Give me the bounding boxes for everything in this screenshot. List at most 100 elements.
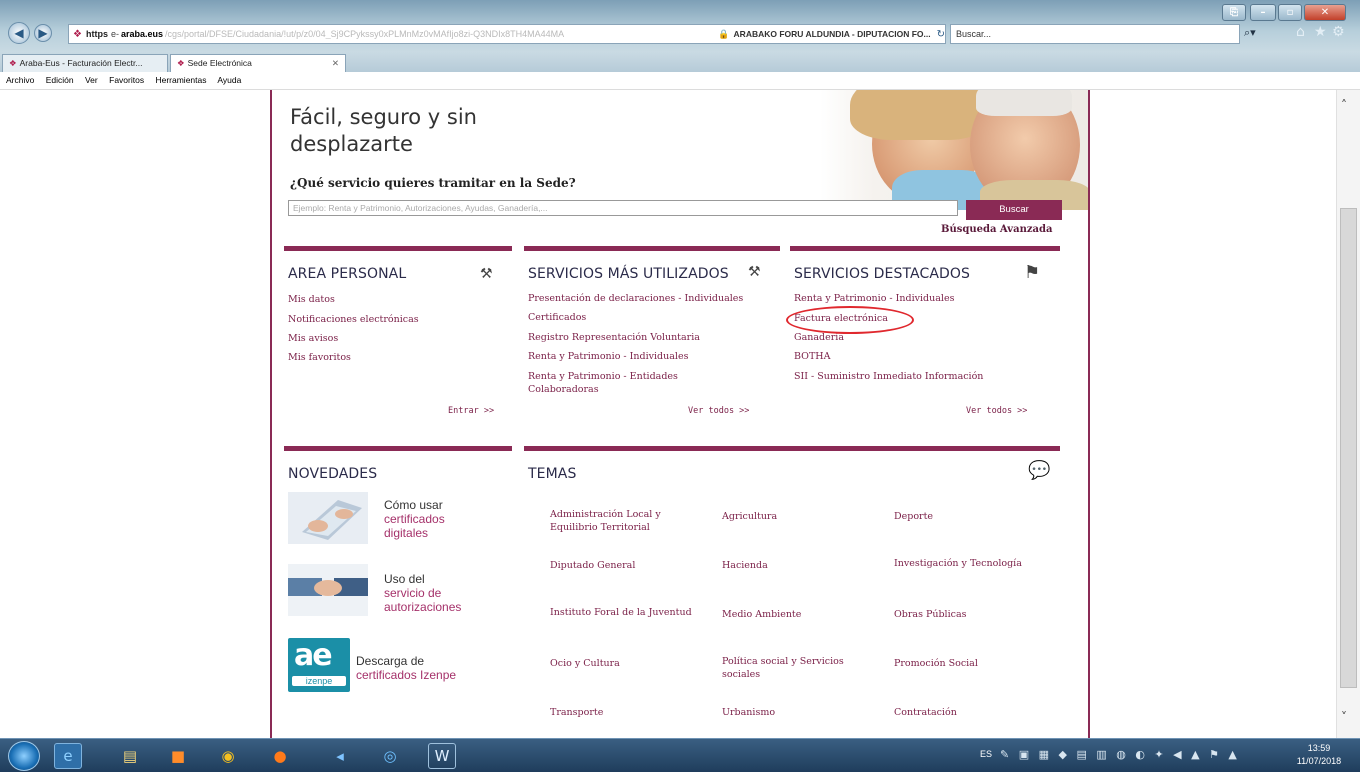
folder-icon[interactable]: ▤ — [116, 743, 144, 769]
link-sii[interactable]: SII - Suministro Inmediato Información — [794, 371, 983, 383]
ver-todos-destacados-link[interactable]: Ver todos >> — [966, 406, 1027, 416]
novedad-line1: Uso del — [384, 572, 425, 586]
link-mis-favoritos[interactable]: Mis favoritos — [288, 352, 351, 364]
minimize-button[interactable]: – — [1250, 4, 1276, 21]
internet-explorer-icon[interactable]: e — [54, 743, 82, 769]
home-icon[interactable]: ⌂ — [1296, 24, 1305, 40]
settings-gear-icon[interactable]: ⚙ — [1332, 24, 1345, 40]
woman-hair — [850, 90, 990, 140]
link-presentacion-declaraciones[interactable]: Presentación de declaraciones - Individu… — [528, 293, 743, 305]
forward-button[interactable]: ▶ — [34, 24, 52, 42]
url-domain: araba.eus — [120, 29, 164, 39]
search-button[interactable]: Buscar — [966, 200, 1062, 220]
ver-todos-utilizados-link[interactable]: Ver todos >> — [688, 406, 749, 416]
tab-facturacion[interactable]: ❖ Araba-Eus - Facturación Electr... — [2, 54, 168, 72]
advanced-search-link[interactable]: Búsqueda Avanzada — [941, 224, 1052, 235]
menu-herramientas[interactable]: Herramientas — [155, 75, 206, 85]
url-domain-prefix: e- — [110, 29, 119, 39]
link-renta-individuales-destacado[interactable]: Renta y Patrimonio - Individuales — [794, 293, 954, 305]
hero-title: Fácil, seguro y sin desplazarte — [290, 105, 477, 156]
link-mis-datos[interactable]: Mis datos — [288, 294, 335, 306]
tema-promocion-social[interactable]: Promoción Social — [894, 657, 1054, 670]
section-rule — [284, 446, 512, 451]
site-identity[interactable]: ARABAKO FORU ALDUNDIA - DIPUTACION FO... — [734, 29, 931, 39]
tema-investigacion[interactable]: Investigación y Tecnología — [894, 557, 1070, 570]
novedad-line1: Descarga de — [356, 654, 425, 668]
tema-deporte[interactable]: Deporte — [894, 510, 1054, 523]
browser-titlebar: ◀ ▶ ❖ https e- araba.eus /cgs/portal/DFS… — [0, 0, 1360, 52]
tema-obras-publicas[interactable]: Obras Públicas — [894, 608, 1054, 621]
tema-juventud[interactable]: Instituto Foral de la Juventud — [550, 606, 720, 619]
novedad-izenpe[interactable]: Descarga de certificados Izenpe — [356, 654, 456, 682]
scroll-up-arrow-icon[interactable]: ˄ — [1341, 98, 1347, 112]
novedad-autorizaciones[interactable]: Uso del servicio de autorizaciones — [384, 572, 461, 614]
novedad-line2: certificados — [384, 512, 445, 526]
tab-favicon-icon: ❖ — [9, 58, 17, 68]
link-ganaderia[interactable]: Ganadería — [794, 332, 844, 344]
restore-window-button[interactable]: ⎘ — [1222, 4, 1246, 21]
service-search-input[interactable]: Ejemplo: Renta y Patrimonio, Autorizacio… — [288, 200, 958, 216]
lock-icon[interactable]: 🔒 — [718, 29, 729, 40]
link-certificados[interactable]: Certificados — [528, 312, 586, 324]
tema-agricultura[interactable]: Agricultura — [722, 510, 882, 523]
close-window-button[interactable]: ✕ — [1304, 4, 1346, 21]
link-renta-individuales[interactable]: Renta y Patrimonio - Individuales — [528, 351, 688, 363]
url-scheme: https — [85, 29, 108, 39]
page-left-gutter — [0, 90, 270, 738]
scroll-down-arrow-icon[interactable]: ˅ — [1341, 710, 1347, 724]
novedad-line3: digitales — [384, 526, 429, 540]
menu-edicion[interactable]: Edición — [46, 75, 74, 85]
tema-medio-ambiente[interactable]: Medio Ambiente — [722, 608, 882, 621]
tema-ocio-cultura[interactable]: Ocio y Cultura — [550, 657, 710, 670]
link-renta-entidades[interactable]: Renta y Patrimonio - Entidades — [528, 371, 678, 383]
menu-ver[interactable]: Ver — [85, 75, 98, 85]
tema-hacienda[interactable]: Hacienda — [722, 559, 882, 572]
back-button[interactable]: ◀ — [8, 22, 30, 44]
tema-transporte[interactable]: Transporte — [550, 706, 710, 719]
app-shield-icon[interactable]: ◉ — [214, 743, 242, 769]
system-clock[interactable]: 13:59 11/07/2018 — [1284, 742, 1354, 768]
menu-favoritos[interactable]: Favoritos — [109, 75, 144, 85]
highlight-oval — [786, 306, 914, 334]
chat-bubble-icon: 💬 — [1028, 460, 1051, 481]
maximize-button[interactable]: ▫ — [1278, 4, 1302, 21]
clock-time: 13:59 — [1307, 743, 1331, 753]
word-doc-icon[interactable]: W — [428, 743, 456, 769]
menu-archivo[interactable]: Archivo — [6, 75, 34, 85]
language-indicator[interactable]: ES — [980, 749, 992, 759]
link-notificaciones[interactable]: Notificaciones electrónicas — [288, 314, 419, 326]
vertical-scrollbar[interactable]: ˄ ˅ — [1336, 90, 1360, 738]
tab-sede-electronica[interactable]: ❖ Sede Electrónica ✕ — [170, 54, 346, 72]
link-botha[interactable]: BOTHA — [794, 351, 830, 363]
refresh-icon[interactable]: ↻ — [937, 29, 945, 40]
entrar-link[interactable]: Entrar >> — [448, 406, 494, 416]
address-bar[interactable]: ❖ https e- araba.eus /cgs/portal/DFSE/Ci… — [68, 24, 946, 44]
laptop-hands-image — [288, 492, 368, 544]
start-button[interactable] — [8, 741, 40, 771]
menu-ayuda[interactable]: Ayuda — [217, 75, 241, 85]
izenpe-logo-text: izenpe — [292, 676, 346, 686]
tema-administracion[interactable]: Administración Local y Equilibrio Territ… — [550, 508, 710, 534]
tema-diputado-general[interactable]: Diputado General — [550, 559, 710, 572]
tema-contratacion[interactable]: Contratación — [894, 706, 1054, 719]
link-mis-avisos[interactable]: Mis avisos — [288, 333, 338, 345]
media-player-icon[interactable]: ■ — [164, 743, 192, 769]
browser-search-input[interactable]: Buscar... — [950, 24, 1240, 44]
url-path: /cgs/portal/DFSE/Ciudadania/!ut/p/z0/04_… — [165, 29, 565, 39]
favorites-star-icon[interactable]: ★ — [1314, 24, 1327, 40]
search-icon[interactable]: ⌕▾ — [1244, 26, 1256, 40]
link-renta-entidades-cont[interactable]: Colaboradoras — [528, 384, 599, 396]
link-registro-representacion[interactable]: Registro Representación Voluntaria — [528, 332, 700, 344]
firefox-icon[interactable]: ● — [266, 743, 294, 769]
tab-label: Araba-Eus - Facturación Electr... — [19, 58, 143, 68]
system-tray-icons[interactable]: ✎ ▣ ▦ ◆ ▤ ▥ ◍ ◐ ✦ ◀ ▲ ⚑ ▲ — [1000, 748, 1240, 761]
tema-politica-social[interactable]: Política social y Servicios sociales — [722, 655, 862, 681]
novedad-certificados[interactable]: Cómo usar certificados digitales — [384, 498, 445, 540]
man-hair — [976, 90, 1072, 116]
mail-send-icon[interactable]: ◂ — [326, 743, 354, 769]
izenpe-logo-mark: ae — [294, 638, 333, 673]
tab-close-icon[interactable]: ✕ — [332, 58, 339, 69]
sync-icon[interactable]: ◎ — [376, 743, 404, 769]
scroll-thumb[interactable] — [1340, 208, 1357, 688]
tema-urbanismo[interactable]: Urbanismo — [722, 706, 882, 719]
